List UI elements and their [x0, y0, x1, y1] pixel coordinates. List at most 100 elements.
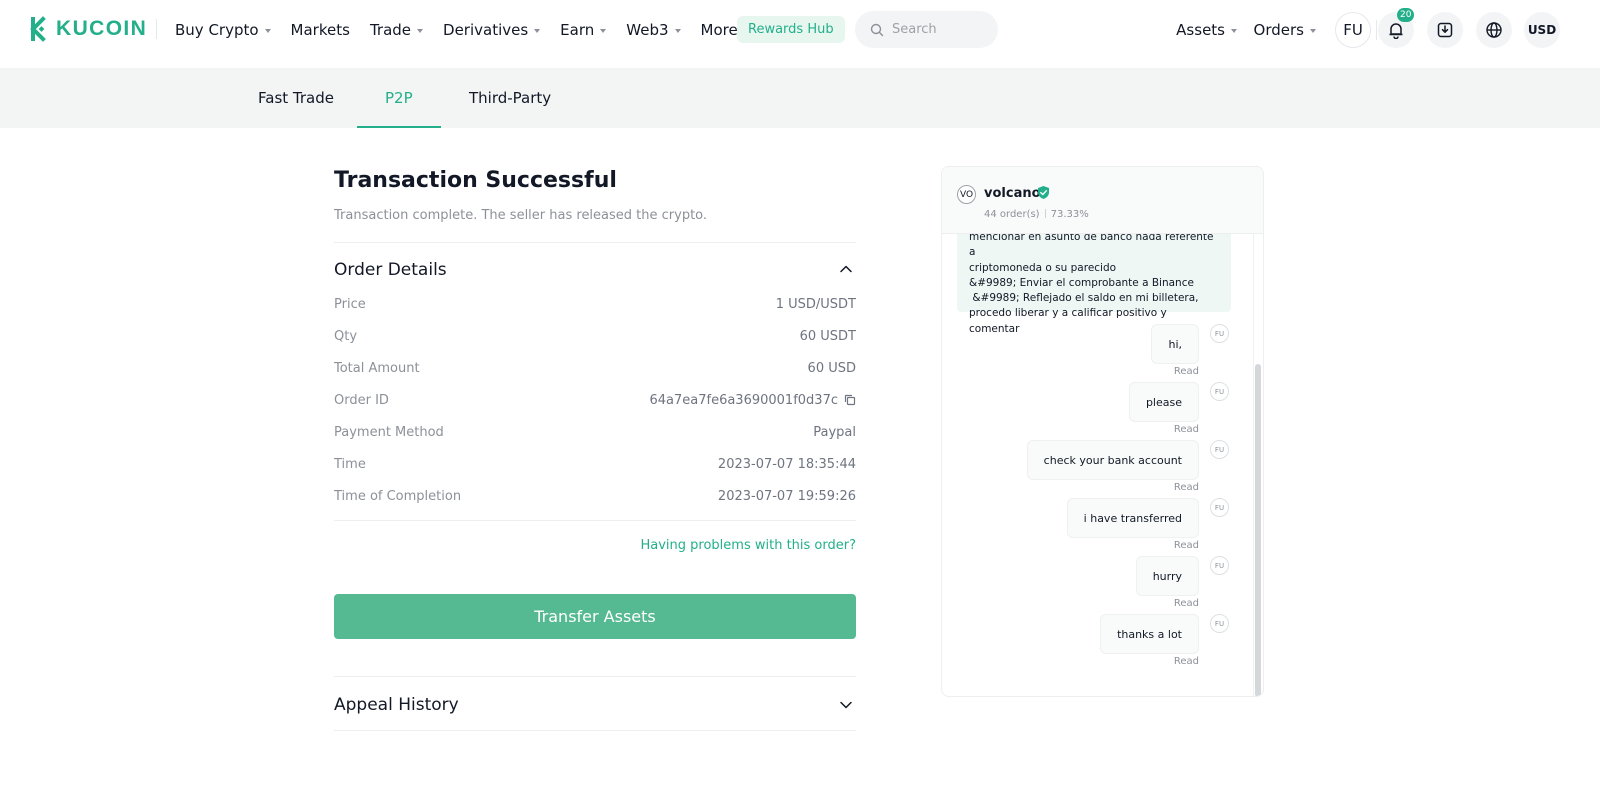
- detail-row-time: Time 2023-07-07 18:35:44: [334, 454, 856, 474]
- caret-down-icon: [417, 29, 424, 33]
- search-box[interactable]: [855, 11, 998, 48]
- top-navbar: KUCOIN Buy Crypto Markets Trade Derivati…: [0, 0, 1600, 66]
- p2p-subnav: Fast Trade P2P Third-Party: [0, 68, 1600, 128]
- auto-reply-line: criptomoneda o su parecido: [969, 261, 1117, 274]
- detail-label: Payment Method: [334, 424, 444, 440]
- nav-web3[interactable]: Web3: [626, 21, 681, 39]
- detail-row-completion: Time of Completion 2023-07-07 19:59:26: [334, 486, 856, 506]
- chat-message: check your bank account: [1026, 440, 1199, 480]
- nav-trade[interactable]: Trade: [369, 21, 424, 39]
- chevron-up-icon[interactable]: [839, 262, 853, 276]
- divider: [334, 676, 856, 677]
- chat-header: VO volcano 44 order(s) 73.33%: [942, 167, 1263, 234]
- assets-menu[interactable]: Assets: [1176, 21, 1237, 39]
- detail-row-total: Total Amount 60 USD: [334, 358, 856, 378]
- main-nav: Buy Crypto Markets Trade Derivatives Ear…: [175, 0, 770, 60]
- read-status: Read: [1173, 482, 1199, 493]
- detail-label: Order ID: [334, 392, 389, 408]
- caret-down-icon: [1310, 29, 1316, 33]
- caret-down-icon: [534, 29, 541, 33]
- seller-orders: 44 order(s): [984, 209, 1040, 220]
- chat-message: hurry: [1135, 556, 1199, 596]
- chat-message: please: [1128, 382, 1199, 422]
- active-tab-indicator: [357, 126, 441, 128]
- copy-icon[interactable]: [844, 394, 856, 406]
- tab-third-party[interactable]: Third-Party: [469, 68, 551, 128]
- currency-button[interactable]: USD: [1524, 12, 1560, 48]
- problems-link[interactable]: Having problems with this order?: [641, 538, 857, 553]
- seller-completion-rate: 73.33%: [1050, 209, 1089, 220]
- download-icon: [1437, 22, 1453, 38]
- detail-label: Time of Completion: [334, 488, 462, 504]
- read-status: Read: [1173, 540, 1199, 551]
- detail-row-payment: Payment Method Paypal: [334, 422, 856, 442]
- chat-panel: VO volcano 44 order(s) 73.33% mencionar e…: [941, 166, 1264, 697]
- notifications-button[interactable]: 20: [1378, 8, 1415, 48]
- orders-menu[interactable]: Orders: [1254, 21, 1316, 39]
- detail-value: 2023-07-07 19:59:26: [717, 488, 856, 504]
- detail-label: Price: [334, 296, 366, 312]
- message-avatar: FU: [1210, 556, 1229, 575]
- nav-markets[interactable]: Markets: [291, 21, 350, 39]
- nav-label: More: [700, 21, 738, 39]
- order-details-title: Order Details: [334, 260, 447, 280]
- logo-text: KUCOIN: [56, 17, 148, 40]
- chat-message: hi,: [1151, 324, 1199, 364]
- bell-icon: [1389, 23, 1403, 39]
- seller-auto-reply: mencionar en asunto de banco nada refere…: [957, 234, 1231, 335]
- logo-divider: [156, 19, 157, 39]
- tab-p2p[interactable]: P2P: [385, 68, 413, 128]
- detail-value: 60 USDT: [799, 328, 856, 344]
- divider: [334, 730, 856, 731]
- nav-label: Trade: [369, 21, 412, 39]
- detail-value: 60 USD: [807, 360, 856, 376]
- nav-label: Derivatives: [443, 21, 529, 39]
- detail-label: Total Amount: [334, 360, 420, 376]
- seller-avatar: VO: [957, 185, 976, 204]
- nav-earn[interactable]: Earn: [560, 21, 607, 39]
- detail-label: Qty: [334, 328, 358, 344]
- message-avatar: FU: [1210, 614, 1229, 633]
- page-title: Transaction Successful: [334, 168, 617, 193]
- auto-reply-line: mencionar en asunto de banco nada refere…: [969, 234, 1214, 259]
- download-app-button[interactable]: [1427, 12, 1463, 48]
- detail-row-order-id: Order ID 64a7ea7fe6a3690001f0d37c: [334, 390, 856, 410]
- search-input[interactable]: [892, 22, 992, 37]
- chat-message: thanks a lot: [1100, 614, 1199, 654]
- orders-label: Orders: [1253, 21, 1304, 39]
- appeal-history-title: Appeal History: [334, 695, 459, 715]
- divider: [334, 520, 856, 521]
- message-avatar: FU: [1210, 382, 1229, 401]
- transfer-assets-button[interactable]: Transfer Assets: [334, 594, 856, 639]
- order-id-value-wrap: 64a7ea7fe6a3690001f0d37c: [649, 393, 856, 408]
- assets-label: Assets: [1176, 21, 1225, 39]
- caret-down-icon: [1231, 29, 1237, 33]
- kucoin-logo[interactable]: KUCOIN: [24, 16, 147, 42]
- nav-label: Earn: [560, 21, 595, 39]
- stats-divider: [1044, 209, 1046, 218]
- read-status: Read: [1173, 598, 1199, 609]
- chat-messages[interactable]: mencionar en asunto de banco nada refere…: [942, 234, 1263, 696]
- read-status: Read: [1173, 424, 1199, 435]
- auto-reply-line: &#9989; Enviar el comprobante a Binance: [969, 276, 1194, 289]
- divider: [334, 242, 856, 243]
- caret-down-icon: [600, 29, 607, 33]
- page-subtitle: Transaction complete. The seller has rel…: [334, 208, 708, 223]
- user-avatar-button[interactable]: FU: [1335, 12, 1371, 48]
- caret-down-icon: [674, 29, 681, 33]
- rewards-hub-button[interactable]: Rewards Hub: [737, 16, 845, 43]
- chevron-down-icon[interactable]: [839, 698, 853, 712]
- notification-badge: 20: [1397, 8, 1415, 22]
- chat-scrollbar[interactable]: [1255, 364, 1261, 696]
- nav-derivatives[interactable]: Derivatives: [443, 21, 541, 39]
- language-button[interactable]: [1476, 12, 1512, 48]
- detail-value: Paypal: [813, 424, 856, 440]
- seller-name[interactable]: volcano: [984, 186, 1041, 201]
- tab-fast-trade[interactable]: Fast Trade: [258, 68, 334, 128]
- message-avatar: FU: [1210, 324, 1229, 343]
- verified-shield-icon: [1038, 186, 1049, 199]
- kucoin-logo-icon: [30, 16, 46, 42]
- detail-row-price: Price 1 USD/USDT: [334, 294, 856, 314]
- caret-down-icon: [264, 29, 271, 33]
- nav-buy-crypto[interactable]: Buy Crypto: [175, 21, 271, 39]
